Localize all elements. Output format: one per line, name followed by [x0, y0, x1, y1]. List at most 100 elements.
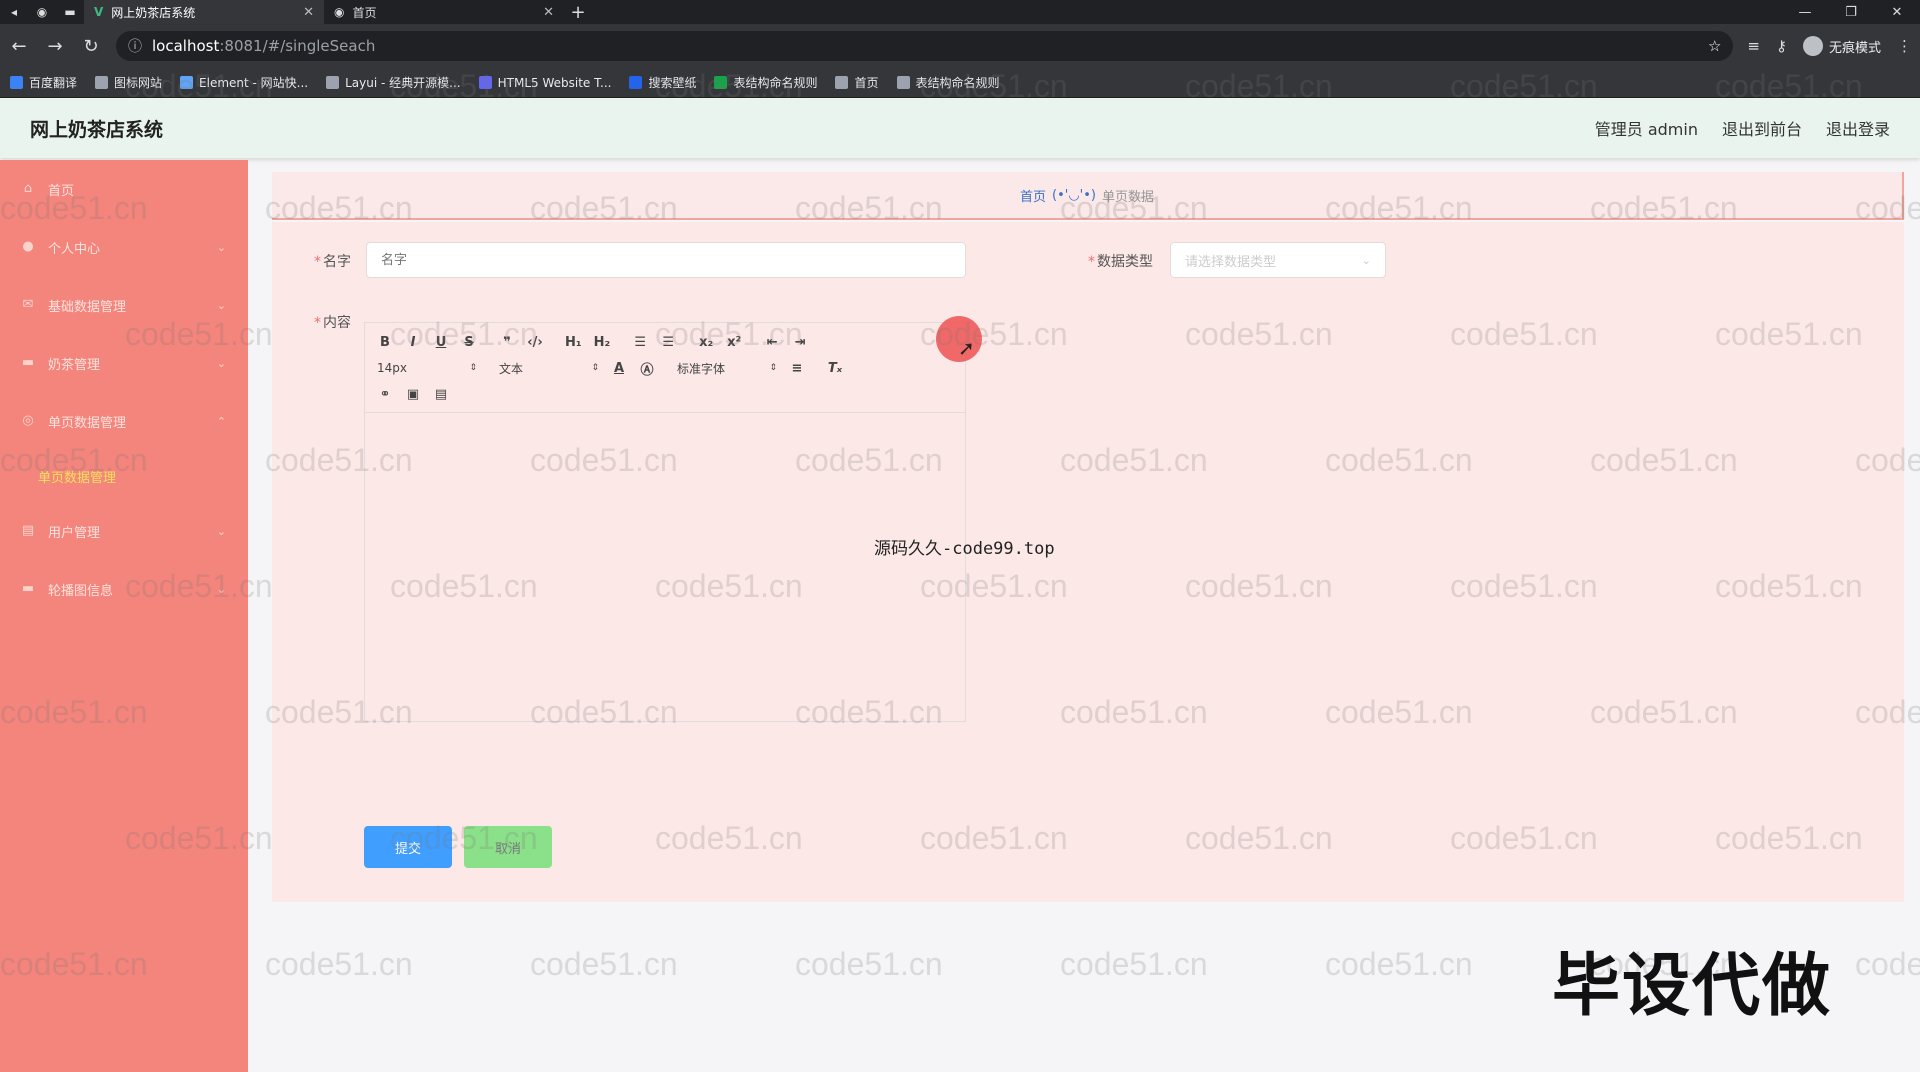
strike-icon[interactable]: S [461, 335, 477, 350]
sidebar-item-profile[interactable]: ● 个人中心 ⌄ [0, 218, 248, 276]
minimize-icon[interactable]: — [1782, 5, 1828, 20]
tab-active[interactable]: V 网上奶茶店系统 ✕ [84, 0, 324, 24]
monitor-icon: ▬ [21, 581, 35, 596]
block-type-select[interactable]: 文本 ⇕ [499, 360, 599, 377]
restore-icon[interactable]: ❐ [1828, 5, 1874, 20]
monitor-icon: ▬ [21, 355, 35, 370]
home-icon: ⌂ [23, 181, 33, 196]
back-icon[interactable]: ← [8, 36, 30, 57]
superscript-icon[interactable]: x² [726, 335, 742, 350]
mouse-pointer-icon: ➚ [958, 336, 975, 360]
sidebar-item-label: 首页 [48, 183, 75, 199]
incognito-label: 无痕模式 [1828, 40, 1881, 56]
incognito-badge[interactable]: 无痕模式 [1802, 36, 1881, 56]
bullet-list-icon[interactable]: ☰ [660, 335, 676, 350]
bookmark-item[interactable]: 表结构命名规则 [896, 74, 1000, 91]
sidebar-item-users[interactable]: ▤ 用户管理 ⌄ [0, 502, 248, 560]
blockquote-icon[interactable]: ❞ [499, 335, 515, 350]
chevron-down-icon: ⌄ [216, 356, 226, 370]
sidebar-item-label: 基础数据管理 [48, 299, 127, 315]
h1-icon[interactable]: H₁ [565, 335, 582, 350]
bookmark-item[interactable]: Layui - 经典开源模... [326, 74, 461, 91]
ordered-list-icon[interactable]: ☰ [632, 335, 648, 350]
new-tab-button[interactable]: + [564, 2, 592, 23]
italic-icon[interactable]: I [405, 335, 421, 350]
bookmark-label: 搜索壁纸 [648, 76, 697, 90]
circle-icon: ◎ [22, 413, 34, 428]
watermark-text: code51.cn [795, 946, 943, 982]
indent-icon[interactable]: ⇥ [792, 335, 808, 350]
chevron-down-icon: ⌄ [1361, 253, 1371, 267]
close-icon[interactable]: ✕ [543, 5, 554, 20]
image-icon[interactable]: ▣ [405, 387, 421, 402]
sidebar-item-carousel[interactable]: ▬ 轮播图信息 ⌄ [0, 560, 248, 618]
sidebar-item-home[interactable]: ⌂ 首页 [0, 160, 248, 218]
sidebar-item-single-page[interactable]: ◎ 单页数据管理 ⌃ [0, 392, 248, 450]
globe-icon[interactable]: ◉ [28, 0, 56, 24]
name-input[interactable] [366, 242, 966, 278]
underline-icon[interactable]: U [433, 335, 449, 350]
globe-icon: ◉ [334, 5, 345, 19]
bookmark-item[interactable]: 首页 [835, 74, 879, 91]
star-icon[interactable]: ☆ [1708, 37, 1721, 55]
sidebar-item-milktea[interactable]: ▬ 奶茶管理 ⌄ [0, 334, 248, 392]
h2-icon[interactable]: H₂ [594, 335, 611, 350]
bookmark-item[interactable]: 图标网站 [95, 74, 162, 91]
clear-format-icon[interactable]: Tₓ [827, 361, 843, 376]
close-window-icon[interactable]: ✕ [1874, 5, 1920, 20]
editor-content-area[interactable] [365, 413, 965, 721]
sidebar-item-basic-data[interactable]: ✉ 基础数据管理 ⌄ [0, 276, 248, 334]
outdent-icon[interactable]: ⇤ [764, 335, 780, 350]
tab-home[interactable]: ◉ 首页 ✕ [324, 0, 564, 24]
watermark-text: code51.cn [1325, 946, 1473, 982]
window-icon[interactable]: ▬ [56, 0, 84, 24]
bookmark-item[interactable]: 百度翻译 [10, 74, 77, 91]
code-icon[interactable]: ‹/› [527, 335, 543, 350]
bookmark-label: 表结构命名规则 [915, 76, 1000, 90]
background-color-icon[interactable]: Ⓐ [639, 359, 655, 378]
bookmark-item[interactable]: HTML5 Website T... [478, 76, 611, 90]
forward-icon[interactable]: → [44, 36, 66, 57]
font-color-icon[interactable]: A [611, 361, 627, 376]
submit-button[interactable]: 提交 [364, 826, 452, 868]
bold-icon[interactable]: B [377, 335, 393, 350]
url-input[interactable]: ⓘ localhost:8081/#/singleSeach ☆ [116, 31, 1734, 61]
breadcrumb-home[interactable]: 首页 [1020, 186, 1046, 205]
breadcrumb-separator-face: (•'◡'•) [1052, 187, 1096, 203]
menu-icon[interactable]: ⋮ [1897, 37, 1912, 55]
sidebar-subitem-single-page[interactable]: 单页数据管理 [0, 450, 248, 502]
cancel-button[interactable]: 取消 [464, 826, 552, 868]
chevron-up-icon: ⌃ [216, 414, 226, 428]
corner-overlay-text: 毕设代做 [1552, 947, 1833, 1026]
bookmark-label: Element - 网站快... [199, 76, 309, 90]
to-front-link[interactable]: 退出到前台 [1722, 116, 1802, 140]
watermark-text: code51.cn [265, 946, 413, 982]
sidebar-item-label: 奶茶管理 [48, 357, 101, 373]
font-size-select[interactable]: 14px ⇕ [377, 361, 477, 375]
bookmarks-bar: 百度翻译 图标网站 Element - 网站快... Layui - 经典开源模...… [0, 68, 1920, 98]
key-icon[interactable]: ⚷ [1776, 37, 1787, 55]
font-family-select[interactable]: 标准字体 ⇕ [677, 360, 777, 377]
reload-icon[interactable]: ↻ [80, 36, 102, 57]
reading-list-icon[interactable]: ≡ [1747, 37, 1760, 55]
sidebar: ⌂ 首页 ● 个人中心 ⌄ ✉ 基础数据管理 ⌄ ▬ 奶茶管理 ⌄ ◎ 单页数据… [0, 160, 248, 1072]
bookmark-label: 百度翻译 [29, 76, 78, 90]
bookmark-icon [478, 76, 492, 89]
bookmark-item[interactable]: Element - 网站快... [180, 74, 308, 91]
logout-link[interactable]: 退出登录 [1826, 116, 1890, 140]
link-icon[interactable]: ⚭ [377, 387, 393, 402]
info-icon[interactable]: ⓘ [128, 36, 142, 56]
close-icon[interactable]: ✕ [303, 5, 314, 20]
align-icon[interactable]: ≡ [789, 361, 805, 376]
address-bar: ← → ↻ ⓘ localhost:8081/#/singleSeach ☆ ≡… [0, 24, 1920, 68]
watermark-text: code51.cn [530, 946, 678, 982]
incognito-icon [1802, 36, 1823, 56]
bookmark-item[interactable]: 搜索壁纸 [629, 74, 696, 91]
video-icon[interactable]: ▤ [433, 387, 449, 402]
bookmark-icon [714, 76, 728, 89]
subscript-icon[interactable]: x₂ [698, 335, 714, 350]
bookmark-item[interactable]: 表结构命名规则 [714, 74, 817, 91]
tab-search-icon[interactable]: ◂ [0, 0, 28, 24]
data-type-select[interactable]: 请选择数据类型 ⌄ [1170, 242, 1386, 278]
tab-title: 网上奶茶店系统 [111, 5, 196, 20]
